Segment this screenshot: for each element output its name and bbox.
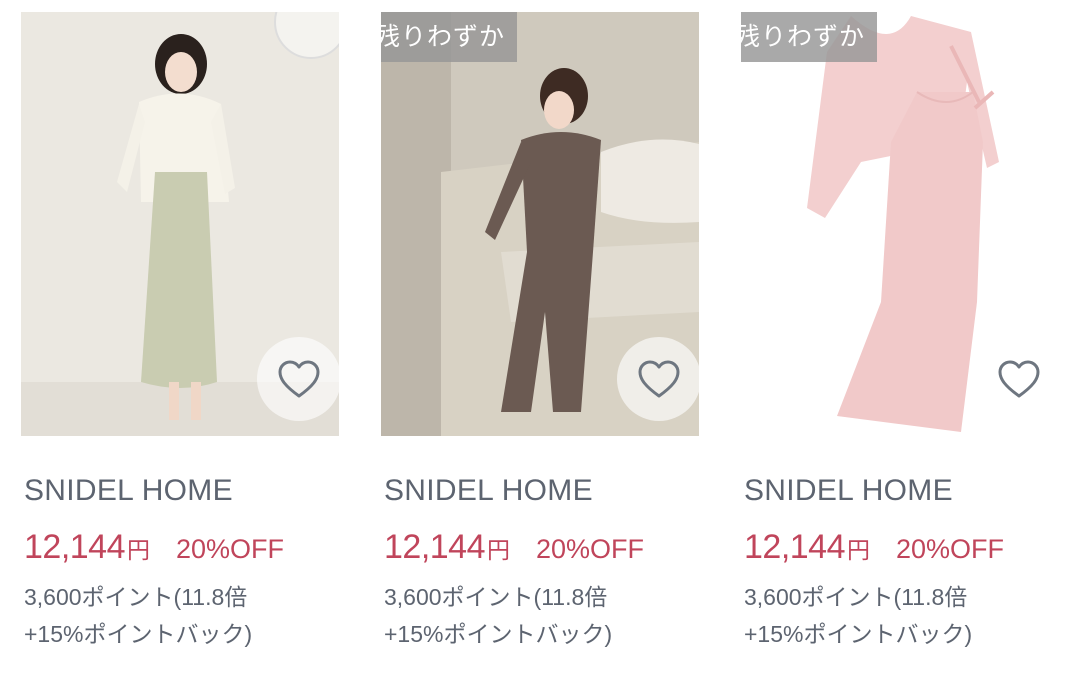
- low-stock-badge: 残りわずか: [741, 12, 878, 62]
- points-info: 3,600ポイント(11.8倍 +15%ポイントバック): [744, 579, 1059, 653]
- product-card[interactable]: SNIDEL HOME 12,144 円 20%OFF 3,600ポイント(11…: [21, 12, 339, 653]
- discount-label: 20%OFF: [896, 534, 1005, 564]
- price: 12,144: [24, 528, 126, 566]
- low-stock-badge: 残りわずか: [381, 12, 518, 62]
- heart-outline-icon: [638, 360, 680, 398]
- price-row: 12,144 円 20%OFF: [744, 528, 1059, 567]
- points-info: 3,600ポイント(11.8倍 +15%ポイントバック): [24, 579, 339, 653]
- product-card[interactable]: 残りわずか SNIDEL HOME 12,144 円 20%OFF 3,600ポ…: [381, 12, 699, 653]
- points-line-2: +15%ポイントバック): [744, 621, 973, 647]
- price: 12,144: [744, 528, 846, 566]
- favorite-button[interactable]: [977, 337, 1059, 421]
- points-line-2: +15%ポイントバック): [384, 621, 613, 647]
- price-row: 12,144 円 20%OFF: [24, 528, 339, 567]
- points-info: 3,600ポイント(11.8倍 +15%ポイントバック): [384, 579, 699, 653]
- brand-name[interactable]: SNIDEL HOME: [24, 474, 339, 508]
- product-grid: SNIDEL HOME 12,144 円 20%OFF 3,600ポイント(11…: [0, 0, 1071, 695]
- points-line-1: 3,600ポイント(11.8倍: [24, 584, 248, 610]
- brand-name[interactable]: SNIDEL HOME: [384, 474, 699, 508]
- points-line-2: +15%ポイントバック): [24, 621, 253, 647]
- price: 12,144: [384, 528, 486, 566]
- product-image[interactable]: 残りわずか: [381, 12, 699, 436]
- favorite-button[interactable]: [617, 337, 699, 421]
- currency: 円: [847, 537, 870, 563]
- heart-outline-icon: [998, 360, 1040, 398]
- points-line-1: 3,600ポイント(11.8倍: [744, 584, 968, 610]
- brand-name[interactable]: SNIDEL HOME: [744, 474, 1059, 508]
- product-card[interactable]: 残りわずか SNIDEL HOME 12,144 円 20%OFF 3,600ポ…: [741, 12, 1059, 653]
- favorite-button[interactable]: [257, 337, 339, 421]
- points-line-1: 3,600ポイント(11.8倍: [384, 584, 608, 610]
- discount-label: 20%OFF: [176, 534, 285, 564]
- price-row: 12,144 円 20%OFF: [384, 528, 699, 567]
- product-image[interactable]: 残りわずか: [741, 12, 1059, 436]
- currency: 円: [487, 537, 510, 563]
- product-image[interactable]: [21, 12, 339, 436]
- heart-outline-icon: [278, 360, 320, 398]
- currency: 円: [127, 537, 150, 563]
- discount-label: 20%OFF: [536, 534, 645, 564]
